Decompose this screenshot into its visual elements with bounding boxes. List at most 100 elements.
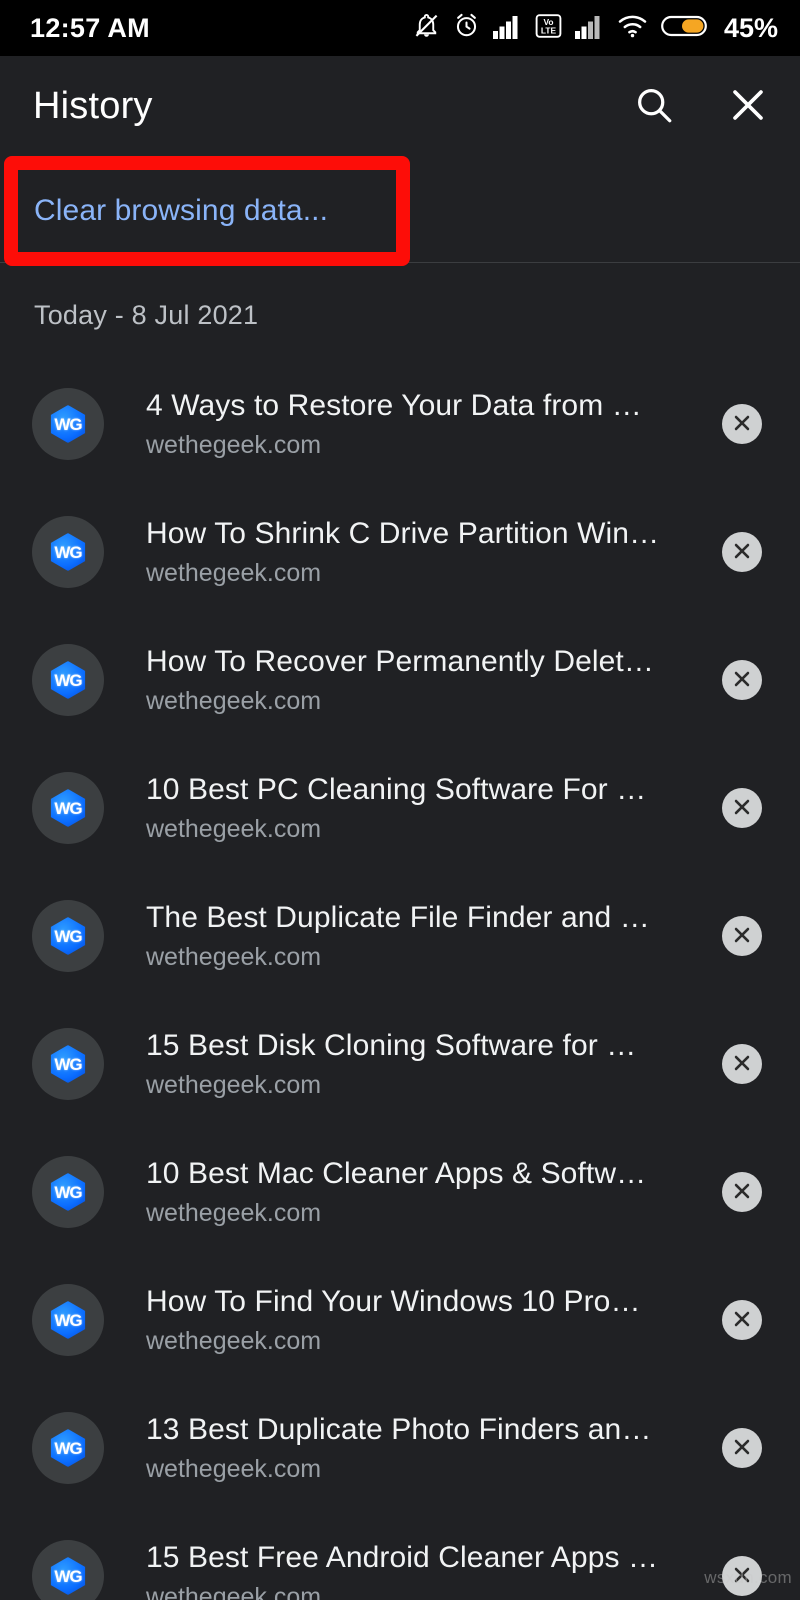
status-icon-tray: Vo LTE 45% bbox=[413, 12, 778, 44]
history-list: WG 4 Ways to Restore Your Data from … weth… bbox=[0, 360, 800, 1600]
close-circle-icon bbox=[731, 1564, 753, 1589]
history-item-title: The Best Duplicate File Finder and … bbox=[146, 900, 650, 934]
favicon-initials: WG bbox=[54, 1566, 82, 1586]
site-favicon: WG bbox=[32, 1028, 104, 1100]
history-item[interactable]: WG 10 Best PC Cleaning Software For … weth… bbox=[0, 744, 800, 872]
history-item[interactable]: WG 4 Ways to Restore Your Data from … weth… bbox=[0, 360, 800, 488]
date-section-header: Today - 8 Jul 2021 bbox=[34, 300, 259, 330]
history-item-text: How To Find Your Windows 10 Pro… wethegee… bbox=[146, 1285, 722, 1356]
favicon-initials: WG bbox=[54, 926, 82, 946]
history-item-text: How To Recover Permanently Delet… wethege… bbox=[146, 645, 722, 716]
history-item-title: 4 Ways to Restore Your Data from … bbox=[146, 388, 642, 422]
history-item[interactable]: WG How To Find Your Windows 10 Pro… wetheg… bbox=[0, 1256, 800, 1384]
favicon-initials: WG bbox=[54, 670, 82, 690]
clear-browsing-data-button[interactable]: Clear browsing data... bbox=[0, 163, 800, 258]
history-item-domain: wethegeek.com bbox=[146, 815, 322, 843]
history-item-domain: wethegeek.com bbox=[146, 687, 322, 715]
volte-icon: Vo LTE bbox=[535, 13, 562, 44]
wethegeek-logo-icon: WG bbox=[49, 789, 87, 827]
clear-browsing-data-label: Clear browsing data... bbox=[34, 193, 329, 227]
favicon-initials: WG bbox=[54, 1182, 82, 1202]
history-item-text: 13 Best Duplicate Photo Finders an… wethe… bbox=[146, 1413, 722, 1484]
close-circle-icon bbox=[731, 668, 753, 693]
app-bar: History bbox=[0, 56, 800, 156]
page-title: History bbox=[33, 84, 153, 127]
close-circle-icon bbox=[731, 1308, 753, 1333]
search-icon bbox=[633, 84, 675, 129]
remove-history-entry-button[interactable] bbox=[722, 1172, 762, 1212]
remove-history-entry-button[interactable] bbox=[722, 1428, 762, 1468]
close-circle-icon bbox=[731, 924, 753, 949]
wethegeek-logo-icon: WG bbox=[49, 1429, 87, 1467]
remove-history-entry-button[interactable] bbox=[722, 916, 762, 956]
history-item-title: How To Shrink C Drive Partition Win… bbox=[146, 516, 660, 550]
history-item[interactable]: WG How To Recover Permanently Delet… wethe… bbox=[0, 616, 800, 744]
site-favicon: WG bbox=[32, 516, 104, 588]
history-item[interactable]: WG 10 Best Mac Cleaner Apps & Softw… wethe… bbox=[0, 1128, 800, 1256]
history-item-text: How To Shrink C Drive Partition Win… weth… bbox=[146, 517, 722, 588]
history-item-domain: wethegeek.com bbox=[146, 1455, 322, 1483]
status-bar: 12:57 AM Vo LTE 45% bbox=[0, 0, 800, 56]
site-favicon: WG bbox=[32, 1412, 104, 1484]
history-item-title: 15 Best Disk Cloning Software for … bbox=[146, 1028, 637, 1062]
signal-bars-secondary-icon bbox=[574, 13, 604, 44]
site-favicon: WG bbox=[32, 644, 104, 716]
history-item[interactable]: WG 15 Best Disk Cloning Software for … wet… bbox=[0, 1000, 800, 1128]
header-divider bbox=[0, 262, 800, 263]
history-item-domain: wethegeek.com bbox=[146, 1199, 322, 1227]
site-favicon: WG bbox=[32, 388, 104, 460]
site-favicon: WG bbox=[32, 900, 104, 972]
history-item-title: 15 Best Free Android Cleaner Apps … bbox=[146, 1540, 659, 1574]
history-item-domain: wethegeek.com bbox=[146, 943, 322, 971]
search-button[interactable] bbox=[628, 80, 680, 132]
battery-percent-label: 45% bbox=[723, 12, 778, 43]
close-circle-icon bbox=[731, 1052, 753, 1077]
history-item-text: 4 Ways to Restore Your Data from … wetheg… bbox=[146, 389, 722, 460]
favicon-initials: WG bbox=[54, 414, 82, 434]
history-item-domain: wethegeek.com bbox=[146, 1071, 322, 1099]
svg-text:LTE: LTE bbox=[541, 25, 557, 35]
wethegeek-logo-icon: WG bbox=[49, 1045, 87, 1083]
favicon-initials: WG bbox=[54, 1438, 82, 1458]
app-bar-actions bbox=[628, 80, 774, 132]
favicon-initials: WG bbox=[54, 1054, 82, 1074]
close-button[interactable] bbox=[722, 80, 774, 132]
wethegeek-logo-icon: WG bbox=[49, 533, 87, 571]
history-item-domain: wethegeek.com bbox=[146, 431, 322, 459]
wethegeek-logo-icon: WG bbox=[49, 405, 87, 443]
history-item-title: How To Recover Permanently Delet… bbox=[146, 644, 654, 678]
remove-history-entry-button[interactable] bbox=[722, 1300, 762, 1340]
favicon-initials: WG bbox=[54, 542, 82, 562]
notifications-muted-icon bbox=[413, 12, 440, 44]
phone-screen: 12:57 AM Vo LTE 45% History Clear browsi… bbox=[0, 0, 800, 1600]
history-item[interactable]: WG 15 Best Free Android Cleaner Apps … wet… bbox=[0, 1512, 800, 1600]
close-circle-icon bbox=[731, 796, 753, 821]
remove-history-entry-button[interactable] bbox=[722, 1044, 762, 1084]
wethegeek-logo-icon: WG bbox=[49, 1557, 87, 1595]
remove-history-entry-button[interactable] bbox=[722, 788, 762, 828]
remove-history-entry-button[interactable] bbox=[722, 660, 762, 700]
status-clock: 12:57 AM bbox=[30, 12, 150, 43]
history-item[interactable]: WG The Best Duplicate File Finder and … we… bbox=[0, 872, 800, 1000]
favicon-initials: WG bbox=[54, 798, 82, 818]
history-item-title: 13 Best Duplicate Photo Finders an… bbox=[146, 1412, 652, 1446]
history-item-domain: wethegeek.com bbox=[146, 559, 322, 587]
remove-history-entry-button[interactable] bbox=[722, 532, 762, 572]
site-favicon: WG bbox=[32, 1156, 104, 1228]
remove-history-entry-button[interactable] bbox=[722, 1556, 762, 1596]
history-item[interactable]: WG How To Shrink C Drive Partition Win… we… bbox=[0, 488, 800, 616]
history-item-text: 15 Best Free Android Cleaner Apps … wethe… bbox=[146, 1541, 722, 1600]
site-favicon: WG bbox=[32, 1284, 104, 1356]
history-item-text: 15 Best Disk Cloning Software for … wethe… bbox=[146, 1029, 722, 1100]
history-item-title: 10 Best PC Cleaning Software For … bbox=[146, 772, 647, 806]
close-circle-icon bbox=[731, 540, 753, 565]
close-circle-icon bbox=[731, 412, 753, 437]
alarm-icon bbox=[453, 12, 480, 44]
history-item-title: How To Find Your Windows 10 Pro… bbox=[146, 1284, 641, 1318]
history-item[interactable]: WG 13 Best Duplicate Photo Finders an… wet… bbox=[0, 1384, 800, 1512]
wethegeek-logo-icon: WG bbox=[49, 661, 87, 699]
history-item-title: 10 Best Mac Cleaner Apps & Softw… bbox=[146, 1156, 647, 1190]
history-item-text: 10 Best Mac Cleaner Apps & Softw… wethege… bbox=[146, 1157, 722, 1228]
remove-history-entry-button[interactable] bbox=[722, 404, 762, 444]
close-circle-icon bbox=[731, 1436, 753, 1461]
